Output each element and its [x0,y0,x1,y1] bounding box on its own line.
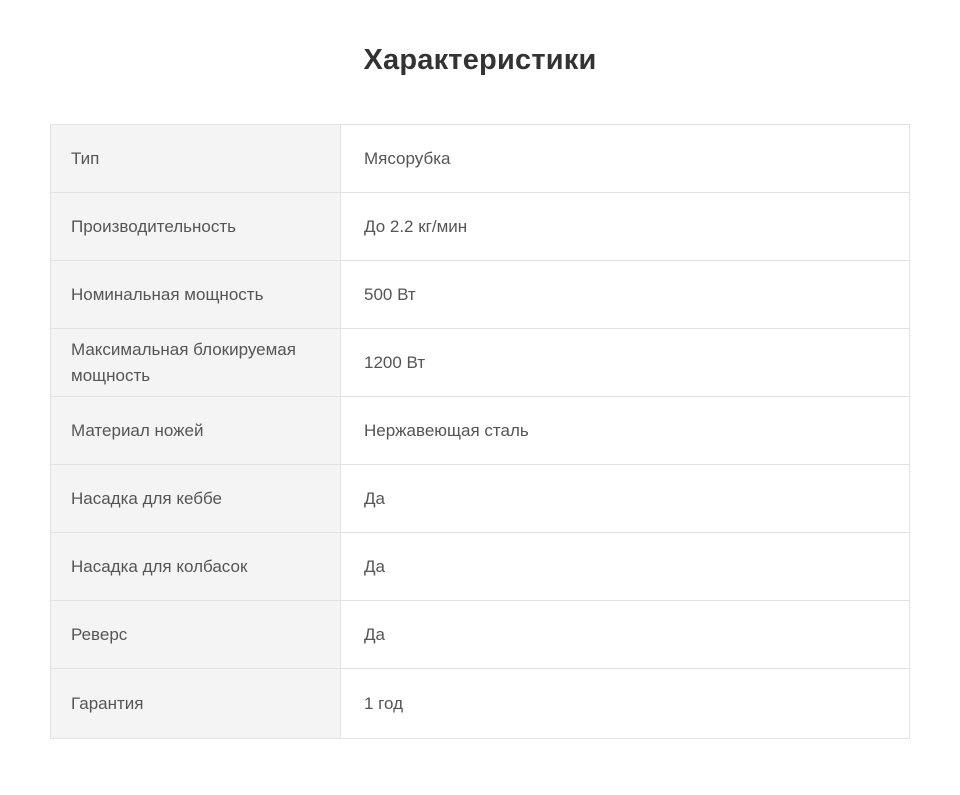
spec-value: До 2.2 кг/мин [340,192,910,261]
table-row: Максимальная блокируемая мощность 1200 В… [50,328,910,397]
spec-page: Характеристики Тип Мясорубка Производите… [0,0,960,795]
table-row: Реверс Да [50,600,910,669]
spec-value: Нержавеющая сталь [340,396,910,465]
spec-key: Производительность [50,192,341,261]
spec-key: Номинальная мощность [50,260,341,329]
spec-key: Тип [50,124,341,193]
spec-value: Да [340,464,910,533]
spec-table: Тип Мясорубка Производительность До 2.2 … [50,124,910,739]
spec-key: Реверс [50,600,341,669]
spec-value: Да [340,600,910,669]
page-title: Характеристики [363,44,597,76]
spec-value: 1200 Вт [340,328,910,397]
table-row: Насадка для колбасок Да [50,532,910,601]
spec-value: Да [340,532,910,601]
spec-key: Насадка для кеббе [50,464,341,533]
table-row: Гарантия 1 год [50,668,910,739]
table-row: Номинальная мощность 500 Вт [50,260,910,329]
table-row: Материал ножей Нержавеющая сталь [50,396,910,465]
table-row: Тип Мясорубка [50,124,910,193]
spec-key: Гарантия [50,668,341,739]
table-row: Производительность До 2.2 кг/мин [50,192,910,261]
spec-value: Мясорубка [340,124,910,193]
spec-value: 1 год [340,668,910,739]
spec-key: Материал ножей [50,396,341,465]
table-row: Насадка для кеббе Да [50,464,910,533]
spec-key: Максимальная блокируемая мощность [50,328,341,397]
spec-key: Насадка для колбасок [50,532,341,601]
spec-value: 500 Вт [340,260,910,329]
